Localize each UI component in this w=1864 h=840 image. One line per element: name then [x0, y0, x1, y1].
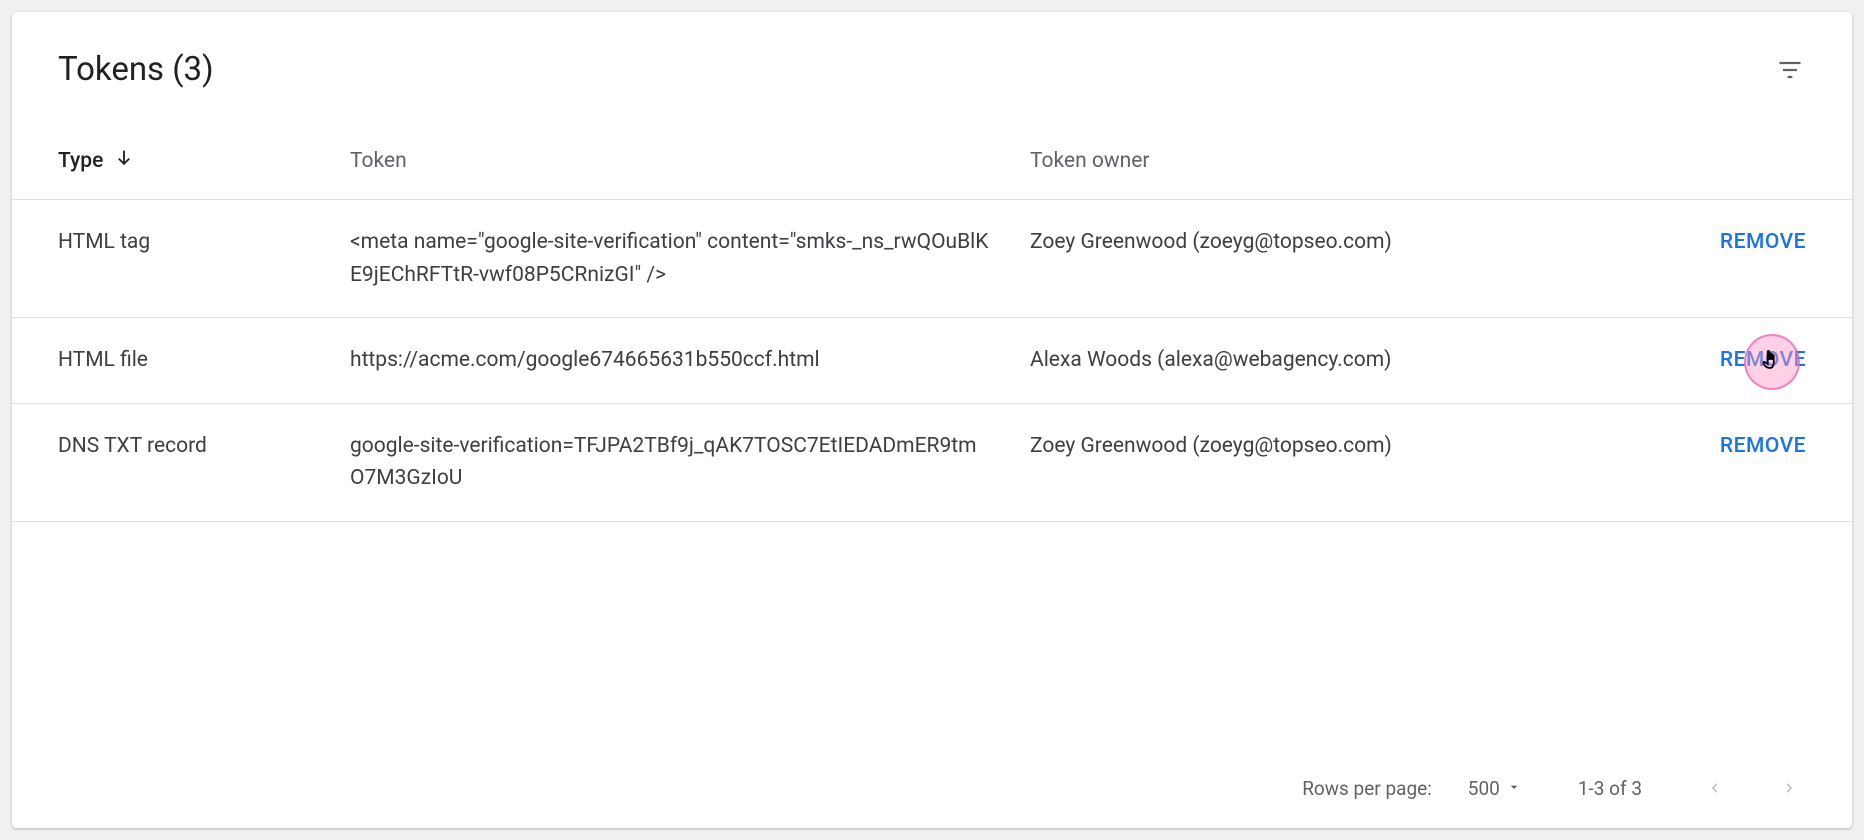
remove-button[interactable]: REMOVE — [1720, 430, 1806, 463]
table-row: HTML file https://acme.com/google6746656… — [12, 318, 1852, 404]
dropdown-icon — [1506, 777, 1522, 800]
page-range: 1-3 of 3 — [1578, 777, 1642, 800]
remove-button[interactable]: REMOVE — [1720, 226, 1806, 259]
rows-per-page: Rows per page: 500 — [1302, 777, 1522, 800]
tokens-table: Type Token Token owner HTML tag <meta na… — [12, 113, 1852, 828]
table-header: Type Token Token owner — [12, 113, 1852, 200]
column-header-type[interactable]: Type — [58, 147, 350, 175]
pagination-nav — [1698, 772, 1806, 804]
pagination: Rows per page: 500 1-3 of 3 — [12, 748, 1852, 828]
card-title: Tokens (3) — [58, 50, 214, 89]
column-header-owner-label: Token owner — [1030, 149, 1149, 173]
column-header-type-label: Type — [58, 149, 103, 173]
rows-per-page-select[interactable]: 500 — [1468, 777, 1522, 800]
cell-type: DNS TXT record — [58, 430, 350, 495]
cell-token: google-site-verification=TFJPA2TBf9j_qAK… — [350, 430, 1030, 495]
column-header-owner[interactable]: Token owner — [1030, 147, 1646, 175]
rows-per-page-label: Rows per page: — [1302, 777, 1432, 800]
cell-owner: Zoey Greenwood (zoeyg@topseo.com) — [1030, 226, 1646, 291]
tokens-card: Tokens (3) Type Token Token owner HTML t… — [12, 12, 1852, 828]
cell-token: <meta name="google-site-verification" co… — [350, 226, 1030, 291]
next-page-button[interactable] — [1774, 772, 1806, 804]
filter-icon[interactable] — [1774, 54, 1806, 86]
cell-type: HTML tag — [58, 226, 350, 291]
card-header: Tokens (3) — [12, 12, 1852, 113]
column-header-token-label: Token — [350, 149, 407, 173]
table-body: HTML tag <meta name="google-site-verific… — [12, 200, 1852, 748]
remove-button[interactable]: REMOVE — [1720, 344, 1806, 377]
cell-token: https://acme.com/google674665631b550ccf.… — [350, 344, 1030, 377]
previous-page-button[interactable] — [1698, 772, 1730, 804]
table-row: DNS TXT record google-site-verification=… — [12, 404, 1852, 522]
cell-owner: Alexa Woods (alexa@webagency.com) — [1030, 344, 1646, 377]
sort-descending-icon — [113, 147, 135, 175]
table-row: HTML tag <meta name="google-site-verific… — [12, 200, 1852, 318]
cell-owner: Zoey Greenwood (zoeyg@topseo.com) — [1030, 430, 1646, 495]
column-header-token[interactable]: Token — [350, 147, 1030, 175]
column-header-action — [1646, 147, 1806, 175]
cell-type: HTML file — [58, 344, 350, 377]
rows-per-page-value: 500 — [1468, 777, 1500, 800]
